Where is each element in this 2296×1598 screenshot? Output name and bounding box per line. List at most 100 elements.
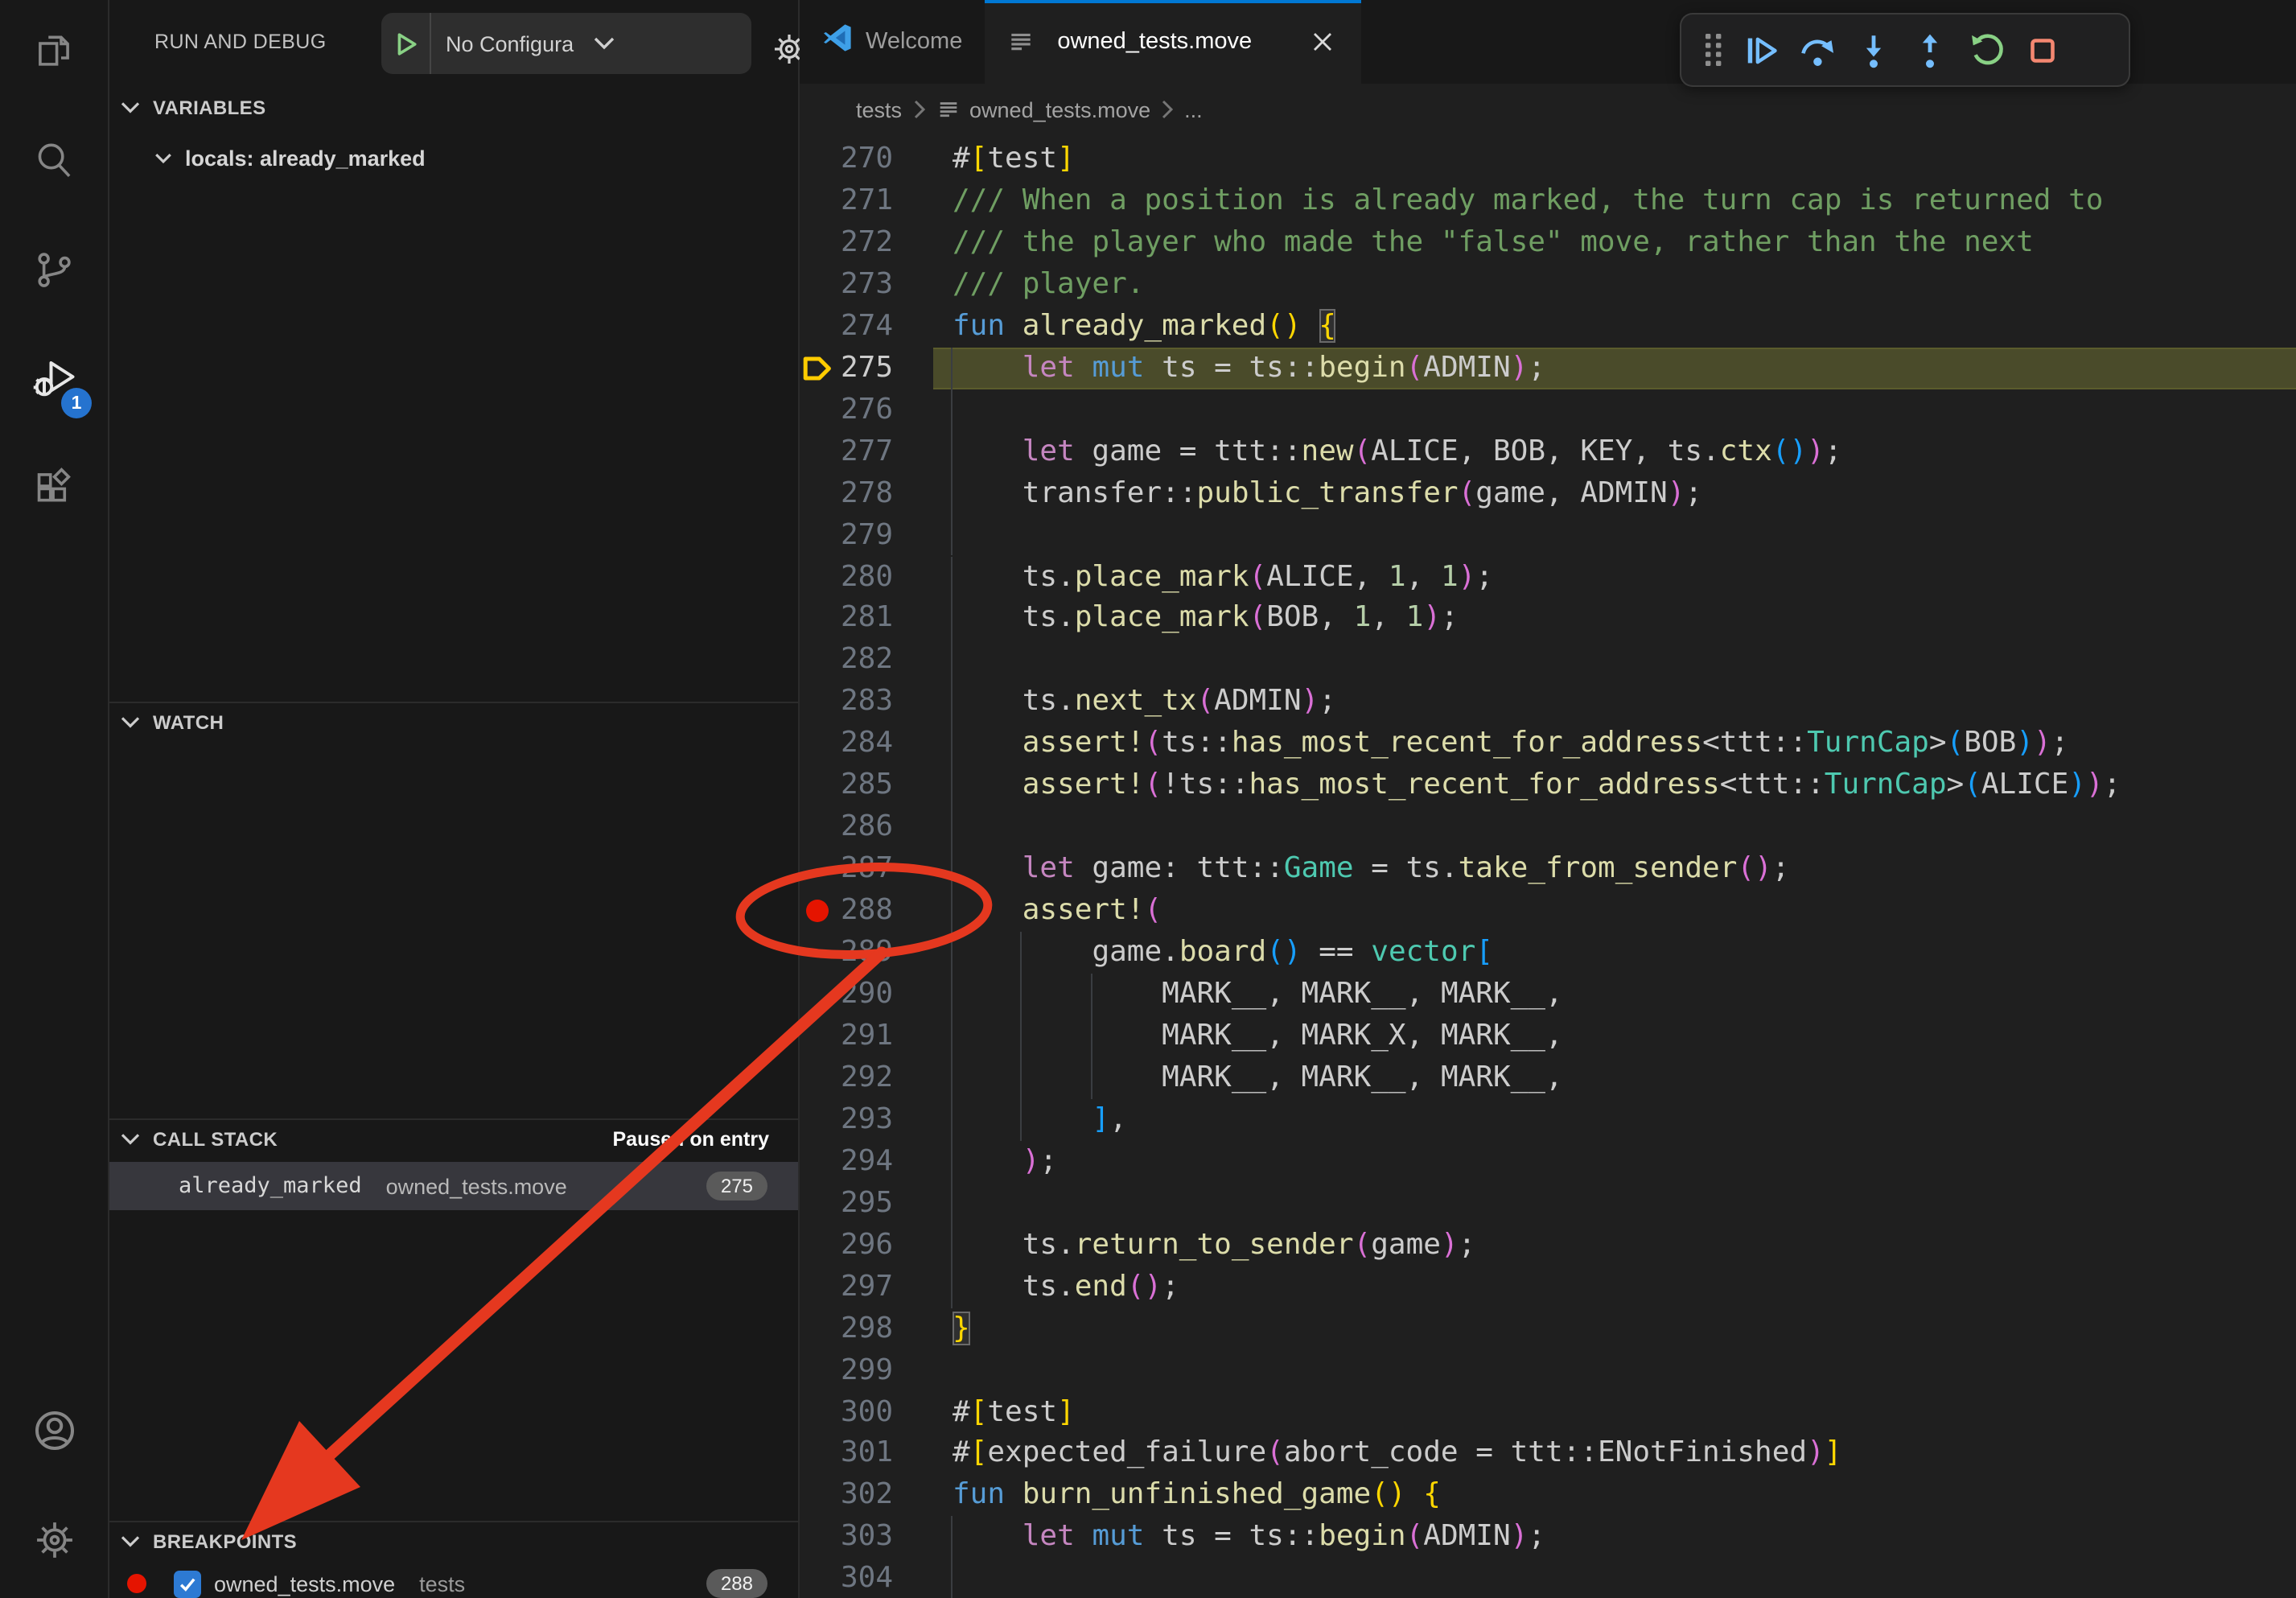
code-line-298[interactable]: 298} (800, 1308, 2296, 1349)
code-line-294[interactable]: 294); (800, 1141, 2296, 1183)
line-number[interactable]: 288 (800, 890, 893, 932)
line-number[interactable]: 298 (800, 1308, 893, 1349)
section-header-call-stack[interactable]: CALL STACK Paused on entry (109, 1118, 798, 1159)
line-number[interactable]: 304 (800, 1559, 893, 1598)
code-line-273[interactable]: 273/// player. (800, 264, 2296, 306)
line-number[interactable]: 280 (800, 556, 893, 598)
code-line-270[interactable]: 270#[test] (800, 138, 2296, 180)
line-number[interactable]: 289 (800, 932, 893, 974)
account-button[interactable] (0, 1379, 108, 1489)
line-number[interactable]: 301 (800, 1433, 893, 1475)
manage-button[interactable] (0, 1489, 108, 1598)
sidebar-item-run-and-debug[interactable]: 1 (0, 328, 108, 438)
code-line-302[interactable]: 302fun burn_unfinished_game() { (800, 1475, 2296, 1517)
sidebar-item-search[interactable] (0, 109, 108, 219)
line-number[interactable]: 296 (800, 1224, 893, 1266)
line-number[interactable]: 271 (800, 180, 893, 222)
line-number[interactable]: 290 (800, 974, 893, 1015)
code-line-299[interactable]: 299 (800, 1349, 2296, 1391)
line-number[interactable]: 281 (800, 598, 893, 640)
code-line-289[interactable]: 289game.board() == vector[ (800, 932, 2296, 974)
line-number[interactable]: 295 (800, 1183, 893, 1225)
tab-owned-tests-move[interactable]: owned_tests.move (985, 0, 1361, 84)
drag-grip-icon[interactable] (1694, 23, 1733, 77)
breakpoint-row[interactable]: owned_tests.move tests 288 (109, 1563, 798, 1598)
code-line-276[interactable]: 276 (800, 389, 2296, 430)
close-icon[interactable] (1306, 26, 1339, 58)
debug-configuration-dropdown[interactable]: No Configura (381, 13, 751, 74)
code-line-285[interactable]: 285assert!(!ts::has_most_recent_for_addr… (800, 765, 2296, 807)
line-number[interactable]: 283 (800, 682, 893, 723)
line-number[interactable]: 303 (800, 1517, 893, 1559)
code-line-292[interactable]: 292MARK__, MARK__, MARK__, (800, 1057, 2296, 1099)
continue-icon[interactable] (1733, 23, 1789, 77)
line-number[interactable]: 272 (800, 222, 893, 264)
tab-welcome[interactable]: Welcome (800, 0, 985, 84)
code-area[interactable]: 270#[test]271/// When a position is alre… (800, 135, 2296, 1598)
restart-icon[interactable] (1958, 23, 2014, 77)
code-line-290[interactable]: 290MARK__, MARK__, MARK__, (800, 974, 2296, 1015)
line-number[interactable]: 276 (800, 389, 893, 430)
line-number[interactable]: 299 (800, 1349, 893, 1391)
line-number[interactable]: 275 (800, 348, 893, 389)
line-number[interactable]: 278 (800, 472, 893, 514)
sidebar-item-extensions[interactable] (0, 438, 108, 547)
breadcrumb-file[interactable]: owned_tests.move (969, 97, 1150, 121)
line-number[interactable]: 274 (800, 306, 893, 348)
line-number[interactable]: 286 (800, 806, 893, 848)
code-line-277[interactable]: 277let game = ttt::new(ALICE, BOB, KEY, … (800, 430, 2296, 472)
code-line-278[interactable]: 278transfer::public_transfer(game, ADMIN… (800, 472, 2296, 514)
sidebar-item-source-control[interactable] (0, 219, 108, 328)
code-line-282[interactable]: 282 (800, 640, 2296, 682)
section-header-breakpoints[interactable]: BREAKPOINTS (109, 1521, 798, 1561)
line-number[interactable]: 294 (800, 1141, 893, 1183)
step-out-icon[interactable] (1902, 23, 1958, 77)
line-number[interactable]: 287 (800, 848, 893, 890)
step-over-icon[interactable] (1789, 23, 1845, 77)
code-line-280[interactable]: 280ts.place_mark(ALICE, 1, 1); (800, 556, 2296, 598)
line-number[interactable]: 292 (800, 1057, 893, 1099)
sidebar-item-explorer[interactable] (0, 0, 108, 109)
line-number[interactable]: 282 (800, 640, 893, 682)
code-line-303[interactable]: 303let mut ts = ts::begin(ADMIN); (800, 1517, 2296, 1559)
code-line-293[interactable]: 293], (800, 1099, 2296, 1141)
code-line-274[interactable]: 274fun already_marked() { (800, 306, 2296, 348)
section-header-variables[interactable]: VARIABLES (109, 89, 798, 127)
line-number[interactable]: 270 (800, 138, 893, 180)
code-line-301[interactable]: 301#[expected_failure(abort_code = ttt::… (800, 1433, 2296, 1475)
code-line-287[interactable]: 287let game: ttt::Game = ts.take_from_se… (800, 848, 2296, 890)
code-line-288[interactable]: 288assert!( (800, 890, 2296, 932)
line-number[interactable]: 277 (800, 430, 893, 472)
line-number[interactable]: 297 (800, 1266, 893, 1308)
step-into-icon[interactable] (1845, 23, 1902, 77)
line-number[interactable]: 291 (800, 1015, 893, 1057)
line-number[interactable]: 285 (800, 765, 893, 807)
code-line-291[interactable]: 291MARK__, MARK_X, MARK__, (800, 1015, 2296, 1057)
variables-scope-locals[interactable]: locals: already_marked (109, 138, 798, 179)
line-number[interactable]: 293 (800, 1099, 893, 1141)
code-line-300[interactable]: 300#[test] (800, 1391, 2296, 1433)
breadcrumb-symbol[interactable]: ... (1184, 97, 1203, 121)
code-line-297[interactable]: 297ts.end(); (800, 1266, 2296, 1308)
line-number[interactable]: 273 (800, 264, 893, 306)
code-line-279[interactable]: 279 (800, 514, 2296, 556)
code-line-295[interactable]: 295 (800, 1183, 2296, 1225)
stop-icon[interactable] (2014, 23, 2071, 77)
code-line-275[interactable]: 275let mut ts = ts::begin(ADMIN); (800, 348, 2296, 389)
code-line-296[interactable]: 296ts.return_to_sender(game); (800, 1224, 2296, 1266)
code-line-281[interactable]: 281ts.place_mark(BOB, 1, 1); (800, 598, 2296, 640)
start-debugging-icon[interactable] (381, 13, 431, 74)
breadcrumb-folder[interactable]: tests (856, 97, 902, 121)
breakpoint-checkbox[interactable] (174, 1570, 201, 1597)
line-number[interactable]: 284 (800, 723, 893, 765)
code-line-283[interactable]: 283ts.next_tx(ADMIN); (800, 682, 2296, 723)
line-number[interactable]: 302 (800, 1475, 893, 1517)
code-line-284[interactable]: 284assert!(ts::has_most_recent_for_addre… (800, 723, 2296, 765)
section-header-watch[interactable]: WATCH (109, 702, 798, 742)
call-stack-frame-row[interactable]: already_marked owned_tests.move 275 (109, 1162, 798, 1210)
code-line-304[interactable]: 304 (800, 1559, 2296, 1598)
code-line-286[interactable]: 286 (800, 806, 2296, 848)
line-number[interactable]: 300 (800, 1391, 893, 1433)
code-line-271[interactable]: 271/// When a position is already marked… (800, 180, 2296, 222)
code-line-272[interactable]: 272/// the player who made the "false" m… (800, 222, 2296, 264)
